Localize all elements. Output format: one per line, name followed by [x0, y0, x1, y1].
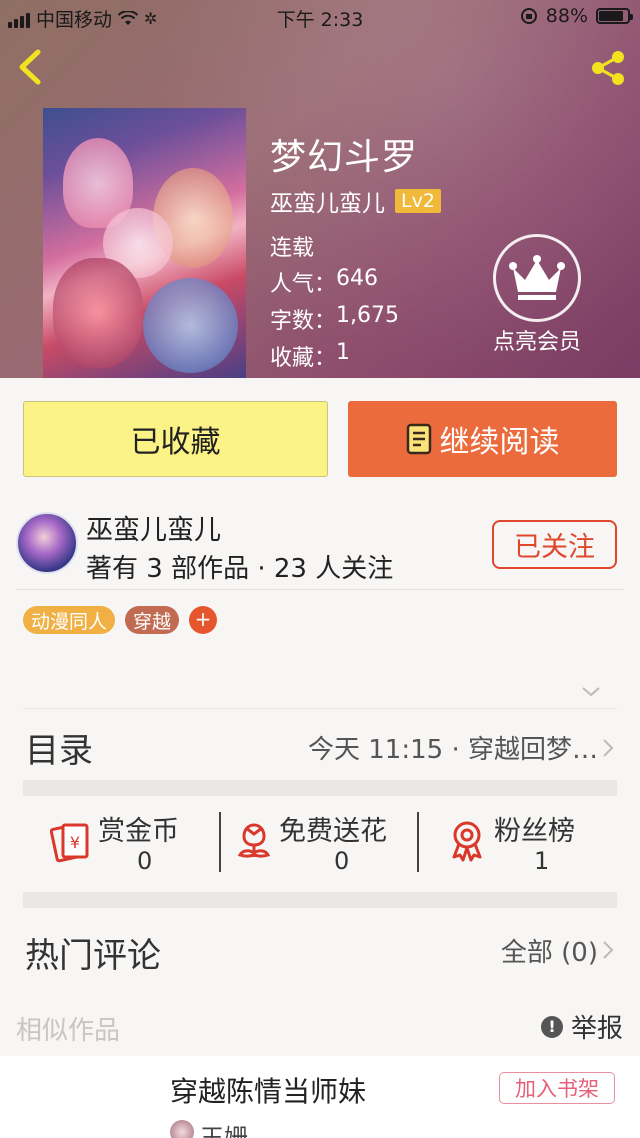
- add-to-shelf-label: 加入书架: [515, 1077, 599, 1101]
- add-tag-button[interactable]: +: [189, 606, 218, 634]
- reward-value: 0: [137, 847, 153, 875]
- expand-button[interactable]: [580, 684, 602, 698]
- author-avatar[interactable]: [16, 512, 78, 574]
- favorites-value: 1: [336, 340, 351, 365]
- follow-label: 已关注: [514, 532, 595, 563]
- share-icon: [592, 51, 624, 85]
- similar-works-title: 相似作品: [16, 1016, 121, 1046]
- award-ribbon-icon: [452, 821, 482, 862]
- avatar: [170, 1120, 194, 1138]
- read-label: 继续阅读: [439, 425, 560, 460]
- crown-icon: [509, 255, 565, 300]
- chevron-left-icon: [19, 49, 41, 85]
- tag-item[interactable]: 动漫同人: [23, 606, 116, 634]
- red-envelope-icon: ¥: [50, 823, 89, 863]
- reward-fans[interactable]: 粉丝榜 1: [419, 797, 617, 907]
- collected-label: 已收藏: [130, 425, 221, 460]
- author-card-name[interactable]: 巫蛮儿蛮儿: [86, 508, 221, 547]
- alert-icon: !: [540, 1015, 563, 1038]
- chevron-right-icon: [603, 739, 614, 757]
- battery-percent: 88%: [545, 5, 588, 27]
- orientation-lock-icon: [520, 8, 537, 24]
- hot-comments-title: 热门评论: [25, 936, 161, 976]
- tag-list: 动漫同人 穿越 +: [23, 606, 218, 634]
- reward-value: 1: [534, 847, 550, 875]
- continue-reading-button[interactable]: 继续阅读: [348, 401, 617, 477]
- book-author[interactable]: 巫蛮儿蛮儿: [270, 184, 385, 218]
- divider: [16, 589, 624, 590]
- reward-coins[interactable]: ¥ 赏金币 0: [23, 797, 219, 907]
- author-card: 巫蛮儿蛮儿 著有 3 部作品 · 23 人关注 已关注: [0, 500, 640, 590]
- reward-label: 粉丝榜: [494, 816, 575, 847]
- hot-comments-header: 热门评论 全部 (0): [0, 912, 640, 978]
- book-title: 梦幻斗罗: [270, 137, 419, 178]
- book-author-line: 巫蛮儿蛮儿 Lv2: [270, 184, 441, 218]
- author-card-stats: 著有 3 部作品 · 23 人关注: [86, 554, 394, 584]
- toc-label: 目录: [25, 731, 93, 771]
- reward-flowers[interactable]: 免费送花 0: [221, 797, 417, 907]
- section-divider: [23, 780, 617, 796]
- popularity-label: 人气：: [270, 272, 337, 297]
- report-button[interactable]: ! 举报: [540, 1008, 623, 1045]
- chevron-right-icon: [603, 941, 614, 959]
- book-status: 连载: [270, 236, 315, 261]
- status-right: 88%: [520, 5, 633, 27]
- recommended-book-card[interactable]: 穿越陈情当师妹 加入书架 王姗: [0, 1056, 640, 1138]
- words-value: 1,675: [336, 303, 399, 328]
- book-popularity: 人气： 646: [270, 266, 378, 298]
- book-cover[interactable]: [43, 108, 246, 378]
- recommended-book-author: 王姗: [200, 1124, 248, 1138]
- words-label: 字数：: [270, 309, 337, 334]
- report-label: 举报: [570, 1014, 623, 1044]
- toc-row[interactable]: 目录 今天 11:15 · 穿越回梦…: [0, 712, 640, 778]
- vip-button[interactable]: 点亮会员: [487, 234, 587, 356]
- divider: [23, 708, 617, 709]
- tag-item[interactable]: 穿越: [125, 606, 180, 634]
- battery-icon: [596, 8, 633, 24]
- favorites-label: 收藏：: [270, 346, 337, 371]
- level-badge: Lv2: [395, 189, 441, 213]
- book-favorites: 收藏： 1: [270, 340, 350, 372]
- book-icon: [406, 423, 431, 455]
- svg-text:¥: ¥: [70, 833, 80, 852]
- follow-button[interactable]: 已关注: [492, 520, 617, 569]
- all-comments-link[interactable]: 全部 (0): [501, 932, 598, 969]
- reward-label: 赏金币: [98, 816, 179, 847]
- vip-circle: [493, 234, 581, 322]
- reward-value: 0: [334, 847, 350, 875]
- flower-icon: [237, 823, 271, 858]
- vip-label: 点亮会员: [492, 330, 581, 355]
- add-to-shelf-button[interactable]: 加入书架: [499, 1072, 615, 1104]
- chevron-down-icon: [582, 687, 600, 697]
- section-divider: [23, 892, 617, 908]
- share-button[interactable]: [586, 46, 630, 90]
- back-button[interactable]: [12, 44, 52, 90]
- book-word-count: 字数： 1,675: [270, 303, 399, 335]
- status-bar: 中国移动 ✲ 下午 2:33 88%: [0, 0, 640, 34]
- popularity-value: 646: [336, 266, 379, 291]
- reward-bar: ¥ 赏金币 0 免费送花 0 粉丝榜 1: [23, 797, 617, 907]
- reward-label: 免费送花: [279, 816, 387, 847]
- collected-button[interactable]: 已收藏: [23, 401, 328, 477]
- recommended-book-title[interactable]: 穿越陈情当师妹: [170, 1070, 366, 1110]
- latest-chapter: 今天 11:15 · 穿越回梦…: [308, 735, 598, 765]
